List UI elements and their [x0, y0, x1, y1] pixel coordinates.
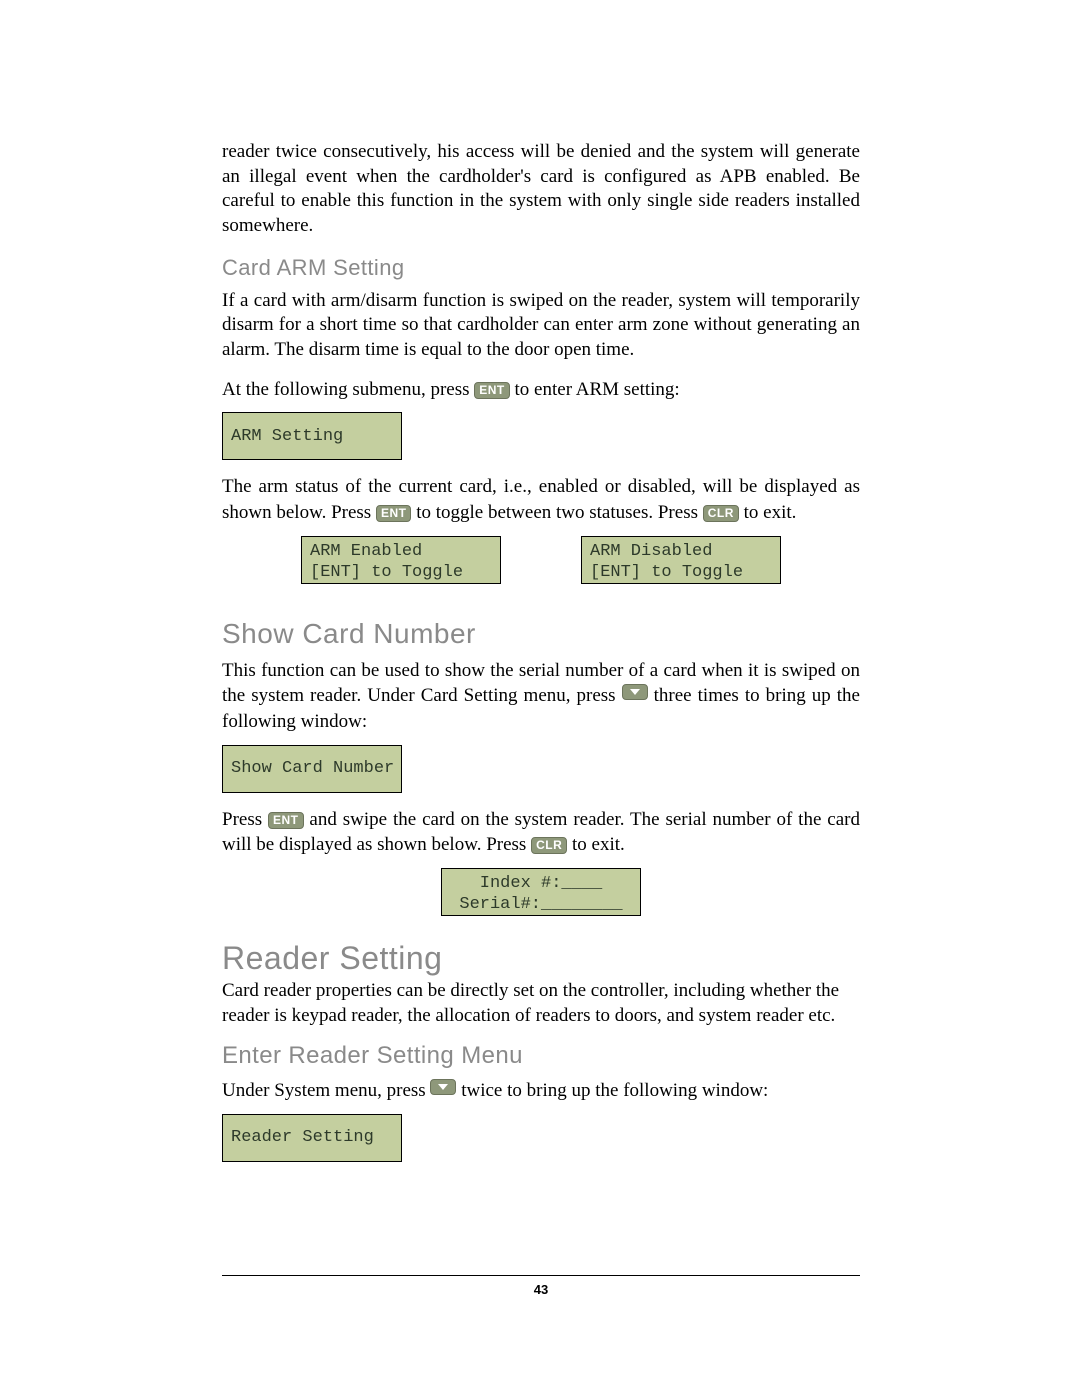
- down-key-icon: [430, 1079, 456, 1095]
- heading-reader-setting: Reader Setting: [222, 940, 860, 977]
- heading-enter-reader-setting-menu: Enter Reader Setting Menu: [222, 1042, 860, 1070]
- text-fragment: to toggle between two statuses. Press: [411, 502, 702, 523]
- lcd-arm-setting: ARM Setting: [222, 412, 402, 460]
- text-fragment: to enter ARM setting:: [510, 379, 680, 400]
- arm-paragraph-1: If a card with arm/disarm function is sw…: [222, 289, 860, 363]
- heading-show-card-number: Show Card Number: [222, 618, 860, 650]
- clr-key-icon: CLR: [531, 837, 567, 854]
- ent-key-icon: ENT: [376, 505, 412, 522]
- reader-paragraph-2: Under System menu, press twice to bring …: [222, 1078, 860, 1104]
- document-page: reader twice consecutively, his access w…: [0, 0, 1080, 1397]
- lcd-arm-enabled: ARM Enabled [ENT] to Toggle: [301, 536, 501, 584]
- arm-paragraph-2: At the following submenu, press ENT to e…: [222, 377, 860, 403]
- lcd-row: Show Card Number: [222, 745, 860, 793]
- page-footer: 43: [222, 1275, 860, 1297]
- ent-key-icon: ENT: [474, 382, 510, 399]
- text-fragment: to exit.: [567, 834, 625, 855]
- lcd-row: Index #:____ Serial#:________: [222, 868, 860, 916]
- text-fragment: Press: [222, 809, 268, 830]
- text-fragment: Under System menu, press: [222, 1080, 430, 1101]
- lcd-arm-disabled: ARM Disabled [ENT] to Toggle: [581, 536, 781, 584]
- text-fragment: At the following submenu, press: [222, 379, 474, 400]
- intro-paragraph: reader twice consecutively, his access w…: [222, 140, 860, 239]
- text-fragment: twice to bring up the following window:: [456, 1080, 768, 1101]
- clr-key-icon: CLR: [703, 505, 739, 522]
- show-card-paragraph-1: This function can be used to show the se…: [222, 658, 860, 735]
- lcd-row: Reader Setting: [222, 1114, 860, 1162]
- arm-paragraph-3: The arm status of the current card, i.e.…: [222, 474, 860, 525]
- lcd-reader-setting: Reader Setting: [222, 1114, 402, 1162]
- heading-card-arm-setting: Card ARM Setting: [222, 255, 860, 281]
- down-key-icon: [622, 684, 648, 700]
- lcd-row: ARM Setting: [222, 412, 860, 460]
- show-card-paragraph-2: Press ENT and swipe the card on the syst…: [222, 807, 860, 858]
- text-fragment: to exit.: [739, 502, 797, 523]
- lcd-show-card-number: Show Card Number: [222, 745, 402, 793]
- ent-key-icon: ENT: [268, 812, 304, 829]
- reader-paragraph-1: Card reader properties can be directly s…: [222, 979, 860, 1028]
- page-number: 43: [534, 1282, 548, 1297]
- lcd-pair-row: ARM Enabled [ENT] to Toggle ARM Disabled…: [222, 536, 860, 584]
- lcd-index-serial: Index #:____ Serial#:________: [441, 868, 641, 916]
